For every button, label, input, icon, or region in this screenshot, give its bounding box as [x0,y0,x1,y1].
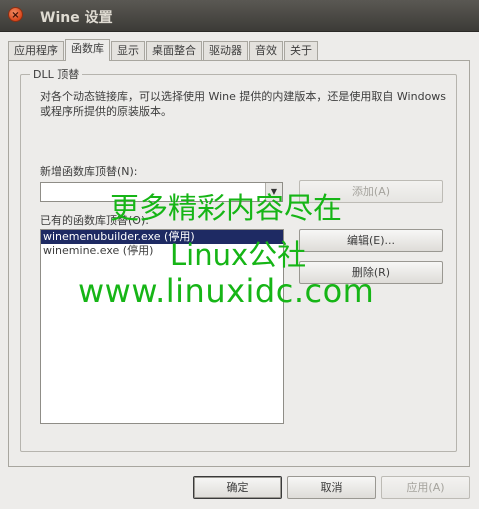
tab-libraries[interactable]: 函数库 [65,39,110,61]
tab-about[interactable]: 关于 [284,41,318,61]
cancel-button[interactable]: 取消 [287,476,376,499]
tab-desktop-integration[interactable]: 桌面整合 [146,41,202,61]
new-override-label: 新增函数库顶替(N): [40,165,138,178]
group-title: DLL 顶替 [30,66,83,82]
tab-applications[interactable]: 应用程序 [8,41,64,61]
apply-button[interactable]: 应用(A) [381,476,470,499]
window-title: Wine 设置 [40,10,113,26]
tab-graphics[interactable]: 显示 [111,41,145,61]
watermark-line-2: Linux公社 [170,238,307,272]
title-bar[interactable]: × Wine 设置 [0,0,479,32]
tab-audio[interactable]: 音效 [249,41,283,61]
watermark-line-1: 更多精彩内容尽在 [110,191,343,225]
ok-button[interactable]: 确定 [193,476,282,499]
edit-button[interactable]: 编辑(E)... [299,229,443,252]
tab-bar: 应用程序 函数库 显示 桌面整合 驱动器 音效 关于 [8,39,319,61]
watermark-line-3: www.linuxidc.com [78,272,375,310]
tab-drives[interactable]: 驱动器 [203,41,248,61]
description-text: 对各个动态链接库，可以选择使用 Wine 提供的内建版本，还是使用取自 Wind… [40,90,447,118]
wine-config-window: × Wine 设置 应用程序 函数库 显示 桌面整合 驱动器 音效 关于 DLL… [0,0,479,509]
close-icon[interactable]: × [8,7,23,22]
